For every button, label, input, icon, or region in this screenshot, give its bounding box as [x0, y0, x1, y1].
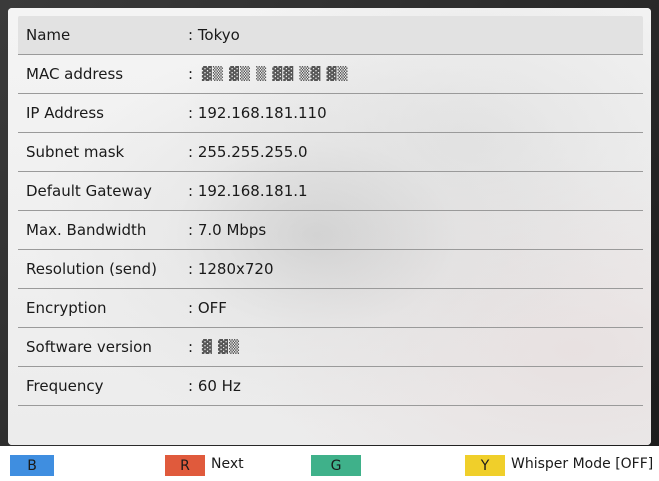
row-label: Frequency: [26, 377, 104, 395]
row-label: Subnet mask: [26, 143, 125, 161]
row-value-container: : ▓ ▓▒: [188, 338, 643, 356]
row-label: Software version: [26, 338, 152, 356]
row-value: : 192.168.181.110: [188, 104, 327, 122]
row-value-container: : ▓▒ ▓▒ ▒ ▓▓ ▒▓ ▓▒: [188, 65, 643, 83]
row-label: Max. Bandwidth: [26, 221, 147, 239]
next-label: Next: [211, 456, 244, 472]
info-row-default-gateway: Default Gateway : 192.168.181.1: [18, 172, 643, 211]
row-value: : 60 Hz: [188, 377, 241, 395]
row-value: : 255.255.255.0: [188, 143, 308, 161]
row-value: :: [188, 65, 194, 83]
row-label: MAC address: [26, 65, 124, 83]
row-label: Encryption: [26, 299, 107, 317]
info-row-subnet-mask: Subnet mask : 255.255.255.0: [18, 133, 643, 172]
row-label: IP Address: [26, 104, 104, 122]
row-value: : Tokyo: [188, 26, 240, 44]
info-row-software-version: Software version : ▓ ▓▒: [18, 328, 643, 367]
info-row-max-bandwidth: Max. Bandwidth : 7.0 Mbps: [18, 211, 643, 250]
row-label: Name: [26, 26, 71, 44]
info-table: Name : Tokyo MAC address : ▓▒ ▓▒ ▒ ▓▓ ▒▓…: [18, 16, 651, 436]
info-row-resolution-send: Resolution (send) : 1280x720: [18, 250, 643, 289]
info-row-frequency: Frequency : 60 Hz: [18, 367, 643, 406]
remote-key-guide-bar: B R Next G Y Whisper Mode [OFF]: [0, 446, 659, 481]
row-label: Resolution (send): [26, 260, 157, 278]
row-value: : 7.0 Mbps: [188, 221, 267, 239]
row-label: Default Gateway: [26, 182, 152, 200]
row-value: : 1280x720: [188, 260, 274, 278]
whisper-mode-label: Whisper Mode [OFF]: [511, 456, 654, 472]
redacted-version-value: ▓ ▓▒: [201, 340, 240, 355]
info-row-encryption: Encryption : OFF: [18, 289, 643, 328]
green-key-button[interactable]: G: [311, 455, 361, 476]
row-value: : 192.168.181.1: [188, 182, 308, 200]
blue-key-button[interactable]: B: [10, 455, 54, 476]
row-value: :: [188, 338, 194, 356]
redacted-mac-value: ▓▒ ▓▒ ▒ ▓▓ ▒▓ ▓▒: [201, 67, 349, 82]
screen-background: Name : Tokyo MAC address : ▓▒ ▓▒ ▒ ▓▓ ▒▓…: [0, 0, 659, 481]
info-row-mac-address: MAC address : ▓▒ ▓▒ ▒ ▓▓ ▒▓ ▓▒: [18, 55, 643, 94]
row-value: : OFF: [188, 299, 227, 317]
info-row-ip-address: IP Address : 192.168.181.110: [18, 94, 643, 133]
info-row-name: Name : Tokyo: [18, 16, 643, 55]
red-key-button[interactable]: R: [165, 455, 205, 476]
network-info-panel: Name : Tokyo MAC address : ▓▒ ▓▒ ▒ ▓▓ ▒▓…: [8, 8, 651, 445]
yellow-key-button[interactable]: Y: [465, 455, 505, 476]
